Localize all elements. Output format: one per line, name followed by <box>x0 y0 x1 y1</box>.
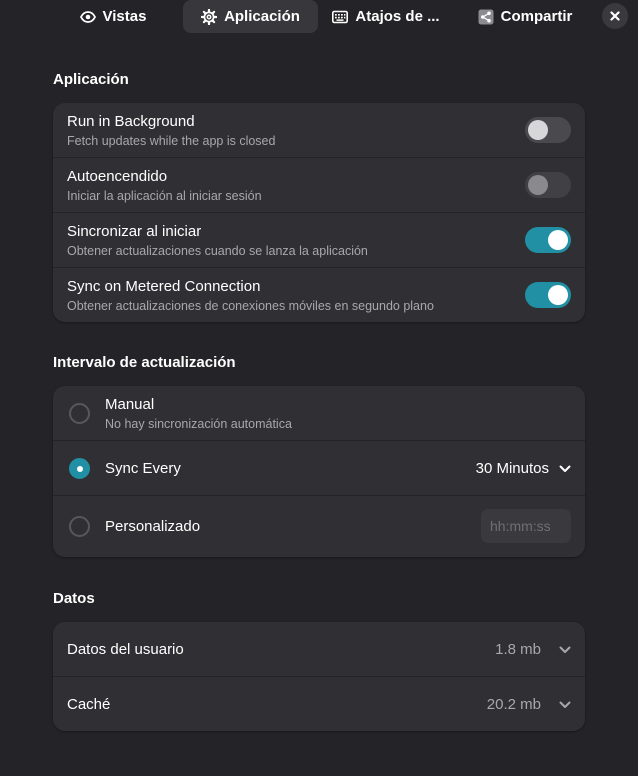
setting-title: Autoencendido <box>67 168 168 185</box>
sincronizar-al-iniciar-switch[interactable] <box>525 227 571 253</box>
tab-aplicacion[interactable]: Aplicación <box>183 0 318 33</box>
setting-row-sync-on-metered: Sync on Metered Connection Obtener actua… <box>53 268 585 322</box>
keyboard-icon <box>332 9 349 25</box>
sync-every-radio[interactable] <box>69 458 90 479</box>
personalizado-label: Personalizado <box>105 518 201 535</box>
setting-row-autoencendido: Autoencendido Iniciar la aplicación al i… <box>53 158 585 213</box>
tab-bar: Vistas Aplicación Atajos de ... Comparti… <box>0 0 638 33</box>
manual-subtitle: No hay sincronización automática <box>105 417 292 431</box>
setting-subtitle: Obtener actualizaciones cuando se lanza … <box>67 244 368 258</box>
interval-row-manual[interactable]: Manual No hay sincronización automática <box>53 386 585 441</box>
data-row-label: Datos del usuario <box>67 641 184 658</box>
interval-row-sync-every[interactable]: Sync Every 30 Minutos <box>53 441 585 496</box>
chevron-down-icon[interactable] <box>559 701 571 709</box>
sync-interval-dropdown[interactable]: 30 Minutos <box>476 460 571 477</box>
tab-compartir-label: Compartir <box>500 8 573 25</box>
tab-aplicacion-label: Aplicación <box>224 8 300 25</box>
sync-every-label: Sync Every <box>105 460 181 477</box>
close-button[interactable] <box>602 3 628 29</box>
data-card: Datos del usuario 1.8 mb Caché 20.2 mb <box>53 622 585 731</box>
run-in-background-switch[interactable] <box>525 117 571 143</box>
setting-row-run-in-background: Run in Background Fetch updates while th… <box>53 103 585 158</box>
gear-icon <box>201 8 218 25</box>
close-icon <box>610 11 620 21</box>
autoencendido-switch[interactable] <box>525 172 571 198</box>
tab-vistas-label: Vistas <box>102 8 147 25</box>
manual-radio[interactable] <box>69 403 90 424</box>
data-row-value-group: 1.8 mb <box>495 641 571 658</box>
section-title-datos: Datos <box>53 590 95 607</box>
interval-card: Manual No hay sincronización automática … <box>53 386 585 557</box>
manual-label: Manual <box>105 396 155 413</box>
section-title-aplicacion: Aplicación <box>53 71 129 88</box>
tab-atajos[interactable]: Atajos de ... <box>322 0 450 33</box>
setting-title: Sync on Metered Connection <box>67 278 261 295</box>
eye-icon <box>79 9 96 25</box>
data-row-label: Caché <box>67 696 111 713</box>
data-row-cache[interactable]: Caché 20.2 mb <box>53 677 585 731</box>
setting-title: Sincronizar al iniciar <box>67 223 202 240</box>
custom-interval-input[interactable] <box>481 509 571 543</box>
personalizado-radio[interactable] <box>69 516 90 537</box>
section-title-intervalo: Intervalo de actualización <box>53 354 236 371</box>
tab-vistas[interactable]: Vistas <box>70 0 156 33</box>
sync-interval-value: 30 Minutos <box>475 460 549 477</box>
setting-subtitle: Fetch updates while the app is closed <box>67 134 276 148</box>
setting-subtitle: Iniciar la aplicación al iniciar sesión <box>67 189 262 203</box>
chevron-down-icon[interactable] <box>559 646 571 654</box>
tab-atajos-label: Atajos de ... <box>355 8 440 25</box>
setting-title: Run in Background <box>67 113 195 130</box>
data-row-datos-usuario[interactable]: Datos del usuario 1.8 mb <box>53 622 585 677</box>
setting-subtitle: Obtener actualizaciones de conexiones mó… <box>67 299 434 313</box>
data-row-size: 1.8 mb <box>495 641 541 658</box>
data-row-size: 20.2 mb <box>486 696 541 713</box>
sync-on-metered-switch[interactable] <box>525 282 571 308</box>
setting-row-sincronizar-al-iniciar: Sincronizar al iniciar Obtener actualiza… <box>53 213 585 268</box>
share-icon <box>478 9 494 25</box>
data-row-value-group: 20.2 mb <box>487 696 571 713</box>
interval-row-personalizado[interactable]: Personalizado <box>53 496 585 557</box>
chevron-down-icon <box>559 465 571 473</box>
app-settings-card: Run in Background Fetch updates while th… <box>53 103 585 322</box>
tab-compartir[interactable]: Compartir <box>468 0 582 33</box>
